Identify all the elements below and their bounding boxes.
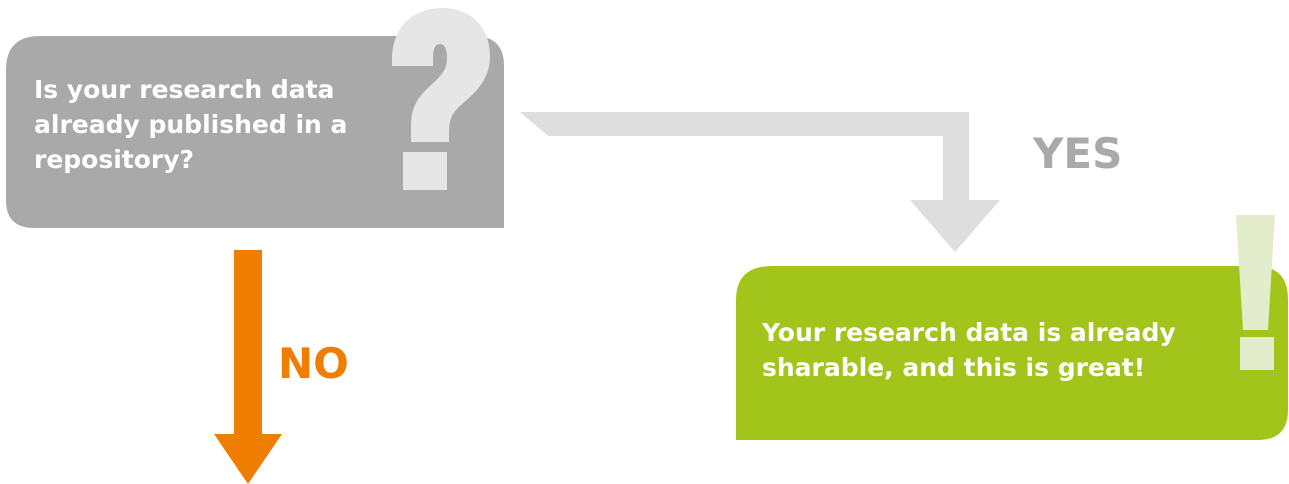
question-text: Is your research data already published … — [34, 72, 414, 177]
answer-text: Your research data is already sharable, … — [762, 315, 1232, 385]
no-arrow — [214, 250, 282, 484]
question-line: already published in a — [34, 110, 348, 139]
question-line: Is your research data — [34, 75, 335, 104]
exclamation-mark-icon — [1236, 215, 1275, 370]
yes-arrow — [520, 112, 1000, 252]
question-line: repository? — [34, 145, 195, 174]
answer-line: Your research data is already — [762, 318, 1176, 347]
yes-label: YES — [1033, 129, 1123, 178]
no-label: NO — [278, 339, 349, 388]
answer-line: sharable, and this is great! — [762, 353, 1146, 382]
